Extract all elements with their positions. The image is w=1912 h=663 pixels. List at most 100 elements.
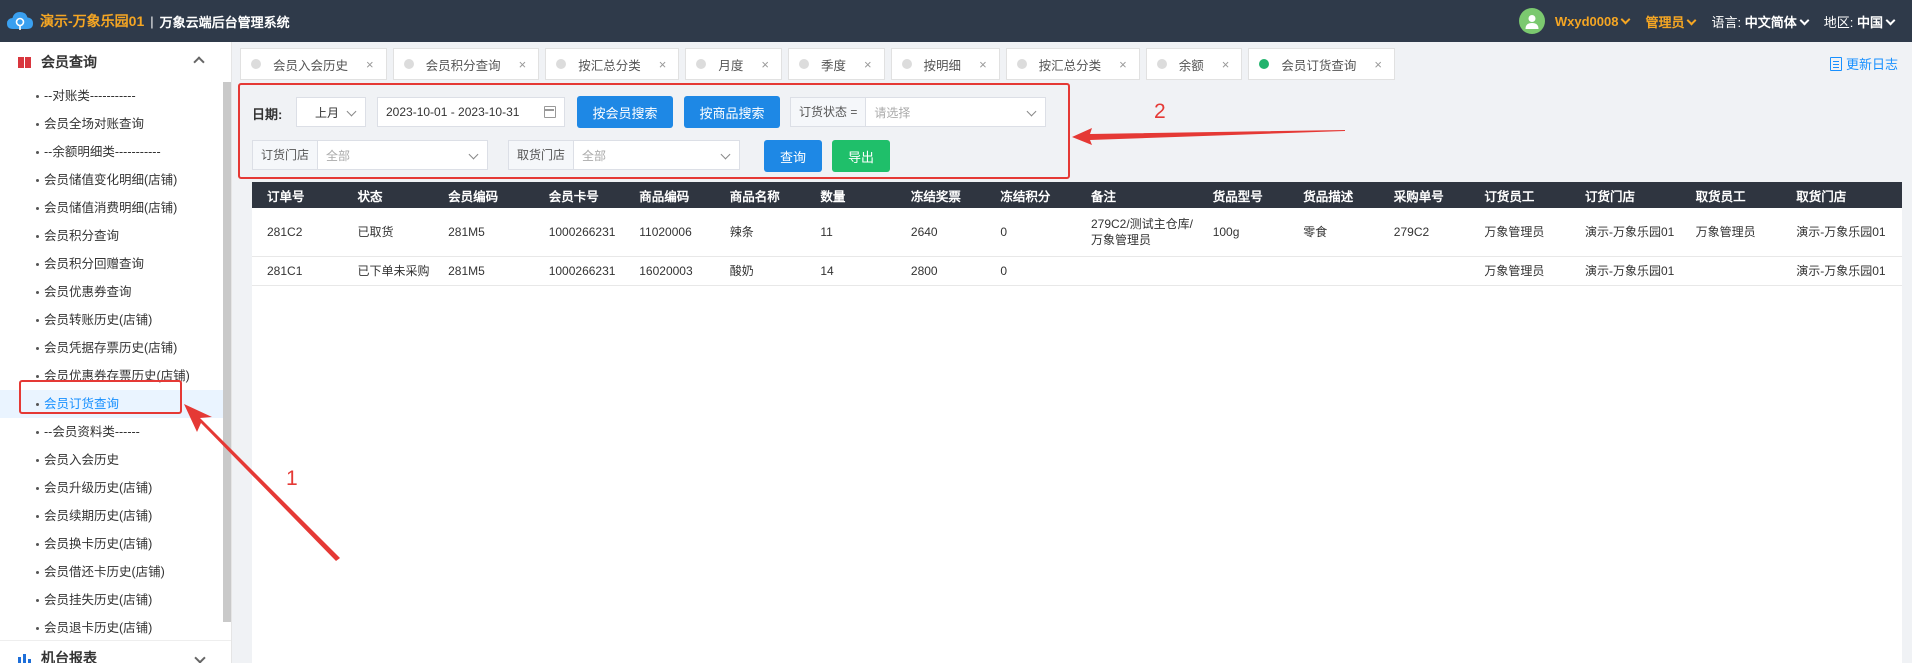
- sidebar-item[interactable]: --对账类-----------: [0, 82, 231, 110]
- region-value: 中国: [1856, 14, 1883, 30]
- brand-separator: |: [150, 13, 154, 29]
- annotation-box-1: [19, 380, 182, 414]
- table-header-row: 订单号 状态 会员编码 会员卡号 商品编码 商品名称 数量 冻结奖票 冻结积分 …: [252, 182, 1902, 208]
- close-icon[interactable]: ×: [1119, 57, 1127, 72]
- table-row[interactable]: 281C1 已下单未采购 281M5 1000266231 16020003 酸…: [252, 256, 1902, 286]
- sidebar-item[interactable]: 会员借还卡历史(店铺): [0, 558, 231, 586]
- close-icon[interactable]: ×: [366, 57, 374, 72]
- status-dot-icon: [1156, 59, 1167, 69]
- close-icon[interactable]: ×: [659, 57, 667, 72]
- column-header[interactable]: 订货员工: [1469, 182, 1570, 208]
- chevron-down-icon: [1687, 15, 1697, 25]
- close-icon[interactable]: ×: [1222, 57, 1230, 72]
- close-icon[interactable]: ×: [1374, 57, 1382, 72]
- table-cell: [1288, 256, 1379, 286]
- table-cell: 281C1: [252, 256, 343, 286]
- table-cell: 2640: [895, 208, 986, 257]
- column-header[interactable]: 订货门店: [1569, 182, 1681, 208]
- sidebar-item[interactable]: --余额明细类-----------: [0, 138, 231, 166]
- status-dot-icon: [1016, 59, 1027, 69]
- column-header[interactable]: 取货员工: [1680, 182, 1782, 208]
- tab[interactable]: 按明细 ×: [890, 48, 1000, 80]
- table-cell: 演示-万象乐园01: [1781, 208, 1902, 257]
- column-header[interactable]: 商品编码: [624, 182, 715, 208]
- close-icon[interactable]: ×: [864, 57, 872, 72]
- tab[interactable]: 按汇总分类 ×: [545, 48, 680, 80]
- tab[interactable]: 月度 ×: [685, 48, 782, 80]
- brand-name: 演示-万象乐园01: [40, 13, 145, 29]
- tab[interactable]: 季度 ×: [787, 48, 885, 80]
- column-header[interactable]: 数量: [805, 182, 896, 208]
- table-cell: 11: [805, 208, 896, 257]
- sidebar-group-member-query[interactable]: 会员查询: [0, 42, 231, 82]
- table-cell: 零食: [1288, 208, 1379, 257]
- tab-bar: 会员入会历史 × 会员积分查询 × 按汇总分类 × 月度 × 季度 × 按明细 × 按汇总分…: [240, 48, 1395, 82]
- table-cell: 2800: [895, 256, 986, 286]
- tab[interactable]: 会员积分查询 ×: [392, 48, 540, 80]
- close-icon[interactable]: ×: [519, 57, 527, 72]
- column-header[interactable]: 冻结奖票: [895, 182, 986, 208]
- column-header[interactable]: 冻结积分: [985, 182, 1076, 208]
- sidebar-item[interactable]: 会员挂失历史(店铺): [0, 586, 231, 614]
- sidebar-item[interactable]: 会员退卡历史(店铺): [0, 614, 231, 642]
- table-cell: 演示-万象乐园01: [1781, 256, 1902, 286]
- column-header[interactable]: 取货门店: [1781, 182, 1902, 208]
- table-cell: 演示-万象乐园01: [1569, 256, 1681, 286]
- column-header[interactable]: 会员编码: [433, 182, 534, 208]
- tab[interactable]: 按汇总分类 ×: [1005, 48, 1140, 80]
- tab[interactable]: 会员入会历史 ×: [240, 48, 387, 80]
- results-table: 订单号 状态 会员编码 会员卡号 商品编码 商品名称 数量 冻结奖票 冻结积分 …: [252, 182, 1902, 663]
- table-cell: [1680, 256, 1782, 286]
- sidebar-item[interactable]: 会员入会历史: [0, 446, 231, 474]
- sidebar-scrollbar[interactable]: [223, 82, 231, 622]
- table-cell: [1075, 256, 1198, 286]
- table-cell: 0: [985, 208, 1076, 257]
- sidebar-item[interactable]: 会员积分查询: [0, 222, 231, 250]
- region-menu[interactable]: 地区: 中国: [1824, 12, 1900, 31]
- close-icon[interactable]: ×: [761, 57, 769, 72]
- username: Wxyd0008: [1554, 13, 1619, 29]
- status-dot-icon: [696, 59, 707, 69]
- table-cell: 16020003: [624, 256, 715, 286]
- tab[interactable]: 余额 ×: [1145, 48, 1243, 80]
- table-cell: 1000266231: [533, 256, 625, 286]
- role-menu[interactable]: 管理员: [1645, 12, 1701, 31]
- sidebar-group-machine-report[interactable]: 机台报表: [0, 640, 231, 663]
- language-menu[interactable]: 语言: 中文简体: [1711, 12, 1813, 31]
- table-cell: 已取货: [342, 208, 434, 257]
- column-header[interactable]: 货品描述: [1288, 182, 1379, 208]
- user-menu[interactable]: Wxyd0008: [1555, 14, 1636, 29]
- avatar-icon[interactable]: [1518, 8, 1545, 34]
- sidebar-item[interactable]: 会员换卡历史(店铺): [0, 530, 231, 558]
- sidebar-item[interactable]: 会员升级历史(店铺): [0, 474, 231, 502]
- column-header[interactable]: 备注: [1075, 182, 1198, 208]
- report-book-icon: [18, 56, 31, 69]
- column-header[interactable]: 商品名称: [714, 182, 806, 208]
- cloud-logo-icon: [6, 10, 34, 32]
- sidebar-group-title: 机台报表: [41, 650, 97, 663]
- column-header[interactable]: 采购单号: [1378, 182, 1470, 208]
- tab-member-order-query[interactable]: 会员订货查询 ×: [1248, 48, 1395, 80]
- table-cell: 281M5: [433, 256, 534, 286]
- sidebar-item[interactable]: 会员转账历史(店铺): [0, 306, 231, 334]
- column-header[interactable]: 货品型号: [1197, 182, 1289, 208]
- sidebar-item[interactable]: 会员优惠券查询: [0, 278, 231, 306]
- language-label: 语言:: [1711, 14, 1742, 30]
- sidebar-item[interactable]: 会员储值变化明细(店铺): [0, 166, 231, 194]
- chevron-down-icon: [194, 652, 206, 663]
- column-header[interactable]: 订单号: [252, 182, 343, 208]
- sidebar-item[interactable]: 会员全场对账查询: [0, 110, 231, 138]
- sidebar-items: --对账类----------- 会员全场对账查询 --余额明细类-------…: [0, 82, 231, 642]
- column-header[interactable]: 状态: [342, 182, 434, 208]
- sidebar-item[interactable]: --会员资料类------: [0, 418, 231, 446]
- sidebar-item[interactable]: 会员凭据存票历史(店铺): [0, 334, 231, 362]
- status-dot-icon: [1259, 59, 1270, 69]
- sidebar-item[interactable]: 会员积分回赠查询: [0, 250, 231, 278]
- status-dot-icon: [901, 59, 912, 69]
- sidebar-item[interactable]: 会员续期历史(店铺): [0, 502, 231, 530]
- close-icon[interactable]: ×: [979, 57, 987, 72]
- column-header[interactable]: 会员卡号: [533, 182, 625, 208]
- update-log-link[interactable]: 更新日志: [1829, 54, 1898, 73]
- table-row[interactable]: 281C2 已取货 281M5 1000266231 11020006 辣条 1…: [252, 208, 1902, 257]
- sidebar-item[interactable]: 会员储值消费明细(店铺): [0, 194, 231, 222]
